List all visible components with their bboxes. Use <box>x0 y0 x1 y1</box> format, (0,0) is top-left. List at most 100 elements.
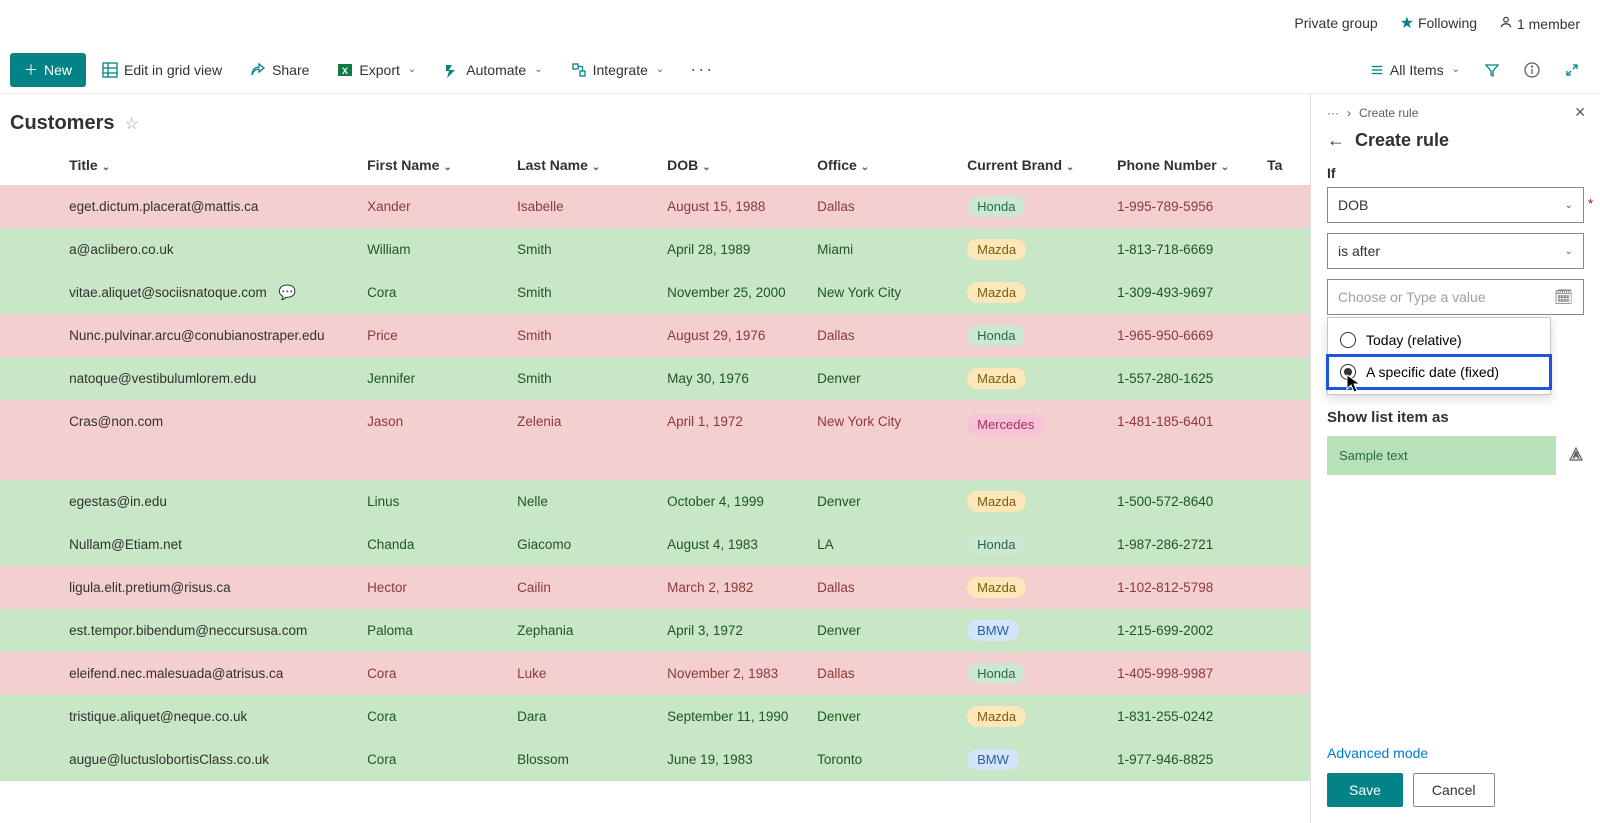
col-first-name[interactable]: First Name⌄ <box>357 145 507 185</box>
cell-office: New York City <box>807 400 957 480</box>
cell-last-name: Luke <box>507 652 657 695</box>
list-icon <box>1370 63 1384 77</box>
table-row[interactable]: a@aclibero.co.ukWilliamSmithApril 28, 19… <box>0 228 1310 271</box>
excel-icon: X <box>337 62 353 78</box>
close-button[interactable]: ✕ <box>1574 104 1586 121</box>
breadcrumb-more[interactable]: ··· <box>1327 106 1339 120</box>
back-button[interactable]: ← <box>1327 130 1345 151</box>
filter-button[interactable] <box>1474 55 1510 85</box>
cell-dob: October 4, 1999 <box>657 480 807 523</box>
table-row[interactable]: Nunc.pulvinar.arcu@conubianostraper.eduP… <box>0 314 1310 357</box>
cell-phone: 1-481-185-6401 <box>1107 400 1257 480</box>
cell-phone: 1-977-946-8825 <box>1107 738 1257 781</box>
integrate-button[interactable]: Integrate⌄ <box>559 55 677 85</box>
following-toggle[interactable]: ★ Following <box>1400 13 1477 33</box>
cell-brand: Honda <box>957 652 1107 695</box>
col-office[interactable]: Office⌄ <box>807 145 957 185</box>
cell-phone: 1-987-286-2721 <box>1107 523 1257 566</box>
cell-office: Dallas <box>807 652 957 695</box>
cell-title: ligula.elit.pretium@risus.ca <box>59 566 357 609</box>
edit-style-button[interactable]: A <box>1568 446 1584 466</box>
table-row[interactable]: vitae.aliquet@sociisnatoque.com💬CoraSmit… <box>0 271 1310 314</box>
table-row[interactable]: egestas@in.eduLinusNelleOctober 4, 1999D… <box>0 480 1310 523</box>
save-button[interactable]: Save <box>1327 773 1403 807</box>
more-button[interactable]: ··· <box>680 59 724 80</box>
share-button[interactable]: Share <box>238 55 321 85</box>
cell-phone: 1-813-718-6669 <box>1107 228 1257 271</box>
table-row[interactable]: ligula.elit.pretium@risus.caHectorCailin… <box>0 566 1310 609</box>
command-bar: ＋New Edit in grid view Share X Export⌄ A… <box>0 46 1600 94</box>
comment-icon[interactable]: 💬 <box>279 284 296 300</box>
option-specific-date[interactable]: A specific date (fixed) <box>1328 356 1550 388</box>
expand-button[interactable] <box>1554 55 1590 85</box>
col-dob[interactable]: DOB⌄ <box>657 145 807 185</box>
table-row[interactable]: tristique.aliquet@neque.co.ukCoraDaraSep… <box>0 695 1310 738</box>
table-scroll[interactable]: Title⌄ First Name⌄ Last Name⌄ DOB⌄ Offic… <box>0 145 1310 823</box>
field-select[interactable]: DOB⌄ * <box>1327 187 1584 223</box>
site-info-bar: Private group ★ Following 1 member <box>0 0 1600 46</box>
col-title[interactable]: Title⌄ <box>59 145 357 185</box>
automate-button[interactable]: Automate⌄ <box>432 55 554 85</box>
cell-first-name: Cora <box>357 271 507 314</box>
cell-title: Nullam@Etiam.net <box>59 523 357 566</box>
table-row[interactable]: natoque@vestibulumlorem.eduJenniferSmith… <box>0 357 1310 400</box>
value-input[interactable]: Choose or Type a value 🗓 <box>1327 279 1584 315</box>
cell-last-name: Blossom <box>507 738 657 781</box>
col-last-name[interactable]: Last Name⌄ <box>507 145 657 185</box>
cell-phone: 1-995-789-5956 <box>1107 185 1257 228</box>
privacy-label: Private group <box>1294 15 1377 31</box>
new-button[interactable]: ＋New <box>10 53 86 87</box>
edit-grid-button[interactable]: Edit in grid view <box>90 55 234 85</box>
table-row[interactable]: eleifend.nec.malesuada@atrisus.caCoraLuk… <box>0 652 1310 695</box>
svg-text:X: X <box>342 66 348 76</box>
cell-brand: Mazda <box>957 695 1107 738</box>
cell-office: Denver <box>807 357 957 400</box>
cell-first-name: Linus <box>357 480 507 523</box>
cell-phone: 1-102-812-5798 <box>1107 566 1257 609</box>
star-icon: ★ <box>1400 15 1414 32</box>
table-row[interactable]: Nullam@Etiam.netChandaGiacomoAugust 4, 1… <box>0 523 1310 566</box>
table-row[interactable]: est.tempor.bibendum@neccursusa.comPaloma… <box>0 609 1310 652</box>
cell-dob: November 25, 2000 <box>657 271 807 314</box>
col-phone[interactable]: Phone Number⌄ <box>1107 145 1257 185</box>
favorite-icon[interactable]: ☆ <box>124 114 138 134</box>
table-row[interactable]: eget.dictum.placerat@mattis.caXanderIsab… <box>0 185 1310 228</box>
view-selector[interactable]: All Items⌄ <box>1360 55 1470 85</box>
list-header: Customers ☆ <box>0 94 1310 145</box>
export-button[interactable]: X Export⌄ <box>325 55 428 85</box>
cell-first-name: William <box>357 228 507 271</box>
cell-brand: Mazda <box>957 357 1107 400</box>
breadcrumb-current: Create rule <box>1359 106 1418 120</box>
cell-last-name: Smith <box>507 357 657 400</box>
cell-last-name: Giacomo <box>507 523 657 566</box>
cancel-button[interactable]: Cancel <box>1413 773 1495 807</box>
cell-brand: Honda <box>957 314 1107 357</box>
col-brand[interactable]: Current Brand⌄ <box>957 145 1107 185</box>
advanced-mode-link[interactable]: Advanced mode <box>1327 565 1584 761</box>
calendar-icon[interactable]: 🗓 <box>1554 288 1573 306</box>
members-link[interactable]: 1 member <box>1499 15 1580 32</box>
radio-icon <box>1340 364 1356 380</box>
panel-title: Create rule <box>1355 130 1449 151</box>
cell-office: Denver <box>807 609 957 652</box>
condition-select[interactable]: is after⌄ <box>1327 233 1584 269</box>
grid-icon <box>102 62 118 78</box>
col-ta[interactable]: Ta <box>1257 145 1310 185</box>
cell-phone: 1-965-950-6669 <box>1107 314 1257 357</box>
cell-title: egestas@in.edu <box>59 480 357 523</box>
table-row[interactable]: augue@luctuslobortisClass.co.ukCoraBloss… <box>0 738 1310 781</box>
cell-first-name: Price <box>357 314 507 357</box>
table-row[interactable]: Cras@non.comJasonZeleniaApril 1, 1972New… <box>0 400 1310 480</box>
cell-title: natoque@vestibulumlorem.edu <box>59 357 357 400</box>
cell-brand: Honda <box>957 185 1107 228</box>
table-header-row: Title⌄ First Name⌄ Last Name⌄ DOB⌄ Offic… <box>0 145 1310 185</box>
option-today-relative[interactable]: Today (relative) <box>1328 324 1550 356</box>
cell-dob: April 1, 1972 <box>657 400 807 480</box>
cell-dob: April 3, 1972 <box>657 609 807 652</box>
cell-title: a@aclibero.co.uk <box>59 228 357 271</box>
cell-last-name: Cailin <box>507 566 657 609</box>
chevron-down-icon: ⌄ <box>408 64 416 75</box>
filter-icon <box>1484 62 1500 78</box>
chevron-down-icon: ⌄ <box>1565 246 1573 257</box>
info-button[interactable] <box>1514 55 1550 85</box>
